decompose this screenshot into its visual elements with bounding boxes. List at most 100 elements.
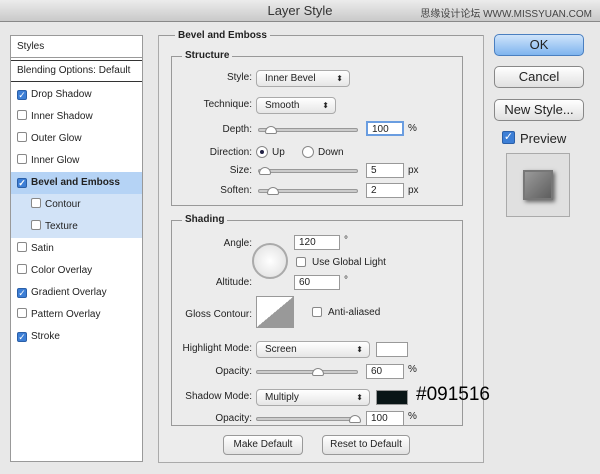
gloss-contour-picker[interactable]	[256, 296, 294, 328]
checkbox[interactable]: ✓	[17, 90, 27, 100]
style-item-label: Bevel and Emboss	[31, 177, 120, 188]
checkbox[interactable]	[17, 132, 27, 142]
style-item-label: Texture	[45, 221, 78, 232]
shadow-hex-annotation: #091516	[416, 384, 490, 405]
checkbox[interactable]	[17, 154, 27, 164]
angle-dial[interactable]	[252, 243, 288, 279]
highlight-opacity-label: Opacity:	[215, 366, 252, 377]
direction-down-radio[interactable]	[302, 146, 314, 158]
style-item-label: Gradient Overlay	[31, 287, 107, 298]
bevel-emboss-panel: Bevel and Emboss Structure Style: Inner …	[158, 30, 490, 463]
size-slider[interactable]	[258, 167, 358, 175]
updown-icon: ⬍	[356, 345, 363, 354]
ok-button[interactable]: OK	[494, 34, 584, 56]
checkbox[interactable]	[17, 110, 27, 120]
updown-icon: ⬍	[336, 74, 343, 83]
size-input[interactable]: 5	[366, 163, 404, 178]
highlight-opacity-input[interactable]: 60	[366, 364, 404, 379]
highlight-color-swatch[interactable]	[376, 342, 408, 357]
checkbox[interactable]	[31, 198, 41, 208]
checkbox[interactable]: ✓	[17, 178, 27, 188]
style-item-label: Inner Glow	[31, 155, 80, 166]
new-style-button[interactable]: New Style...	[494, 99, 584, 121]
style-item-texture[interactable]: Texture	[11, 216, 142, 238]
size-label: Size:	[229, 165, 252, 176]
style-item-color-overlay[interactable]: Color Overlay	[11, 260, 142, 282]
angle-label: Angle:	[223, 238, 252, 249]
gloss-contour-label: Gloss Contour:	[185, 309, 252, 320]
checkbox[interactable]	[17, 242, 27, 252]
style-item-gradient-overlay[interactable]: ✓ Gradient Overlay	[11, 282, 142, 304]
style-label: Style:	[226, 72, 252, 83]
checkbox[interactable]	[17, 308, 27, 318]
make-default-button[interactable]: Make Default	[223, 435, 303, 455]
preview-label: Preview	[520, 131, 567, 146]
shadow-mode-value: Multiply	[265, 392, 299, 403]
angle-input[interactable]: 120	[294, 235, 340, 250]
soften-slider[interactable]	[258, 187, 358, 195]
updown-icon: ⬍	[322, 101, 329, 110]
direction-up-radio[interactable]	[256, 146, 268, 158]
style-item-label: Satin	[31, 243, 54, 254]
structure-title: Structure	[182, 50, 233, 61]
style-item-inner-shadow[interactable]: Inner Shadow	[11, 106, 142, 128]
angle-unit: °	[344, 235, 348, 246]
style-value: Inner Bevel	[265, 73, 316, 84]
global-light-checkbox[interactable]	[296, 257, 306, 267]
shading-title: Shading	[182, 214, 228, 225]
checkbox[interactable]	[17, 264, 27, 274]
shadow-opacity-label: Opacity:	[215, 413, 252, 424]
soften-input[interactable]: 2	[366, 183, 404, 198]
highlight-mode-select[interactable]: Screen ⬍	[256, 341, 370, 358]
cancel-button[interactable]: Cancel	[494, 66, 584, 88]
global-light-label: Use Global Light	[312, 257, 386, 268]
watermark: 思缘设计论坛 WWW.MISSYUAN.COM	[420, 9, 592, 20]
soften-label: Soften:	[220, 185, 252, 196]
style-item-contour[interactable]: Contour	[11, 194, 142, 216]
depth-unit: %	[408, 123, 417, 134]
shadow-opacity-slider[interactable]	[256, 415, 361, 423]
altitude-input[interactable]: 60	[294, 275, 340, 290]
blending-options[interactable]: Blending Options: Default	[11, 60, 142, 82]
shadow-color-swatch[interactable]	[376, 390, 408, 405]
technique-select[interactable]: Smooth ⬍	[256, 97, 336, 114]
shadow-mode-select[interactable]: Multiply ⬍	[256, 389, 370, 406]
structure-group: Structure Style: Inner Bevel ⬍ Technique:…	[171, 50, 463, 206]
style-item-label: Stroke	[31, 331, 60, 342]
styles-header[interactable]: Styles	[11, 36, 142, 58]
size-unit: px	[408, 165, 419, 176]
style-select[interactable]: Inner Bevel ⬍	[256, 70, 350, 87]
depth-slider[interactable]	[258, 126, 358, 134]
depth-label: Depth:	[222, 124, 252, 135]
style-item-satin[interactable]: Satin	[11, 238, 142, 260]
style-item-inner-glow[interactable]: Inner Glow	[11, 150, 142, 172]
highlight-opacity-slider[interactable]	[256, 368, 358, 376]
technique-label: Technique:	[203, 99, 252, 110]
technique-value: Smooth	[265, 100, 300, 111]
style-item-label: Contour	[45, 199, 81, 210]
shadow-opacity-input[interactable]: 100	[366, 411, 404, 426]
anti-aliased-label: Anti-aliased	[328, 307, 381, 318]
shadow-mode-label: Shadow Mode:	[185, 391, 252, 402]
depth-input[interactable]: 100	[366, 121, 404, 136]
style-item-outer-glow[interactable]: Outer Glow	[11, 128, 142, 150]
style-item-label: Inner Shadow	[31, 111, 93, 122]
anti-aliased-checkbox[interactable]	[312, 307, 322, 317]
style-item-label: Outer Glow	[31, 133, 82, 144]
reset-default-button[interactable]: Reset to Default	[322, 435, 410, 455]
checkbox[interactable]: ✓	[17, 332, 27, 342]
window-title: Layer Style	[267, 3, 333, 18]
style-item-pattern-overlay[interactable]: Pattern Overlay	[11, 304, 142, 326]
style-item-drop-shadow[interactable]: ✓ Drop Shadow	[11, 84, 142, 106]
style-item-bevel-and-emboss[interactable]: ✓ Bevel and Emboss	[11, 172, 142, 194]
highlight-opacity-unit: %	[408, 364, 417, 375]
direction-label: Direction:	[209, 147, 252, 158]
preview-checkbox[interactable]: ✓	[502, 131, 515, 144]
panel-title: Bevel and Emboss	[175, 30, 270, 41]
checkbox[interactable]	[31, 220, 41, 230]
style-item-stroke[interactable]: ✓ Stroke	[11, 326, 142, 348]
style-item-label: Drop Shadow	[31, 89, 92, 100]
style-item-label: Color Overlay	[31, 265, 93, 276]
preview-shape	[523, 170, 553, 200]
checkbox[interactable]: ✓	[17, 288, 27, 298]
